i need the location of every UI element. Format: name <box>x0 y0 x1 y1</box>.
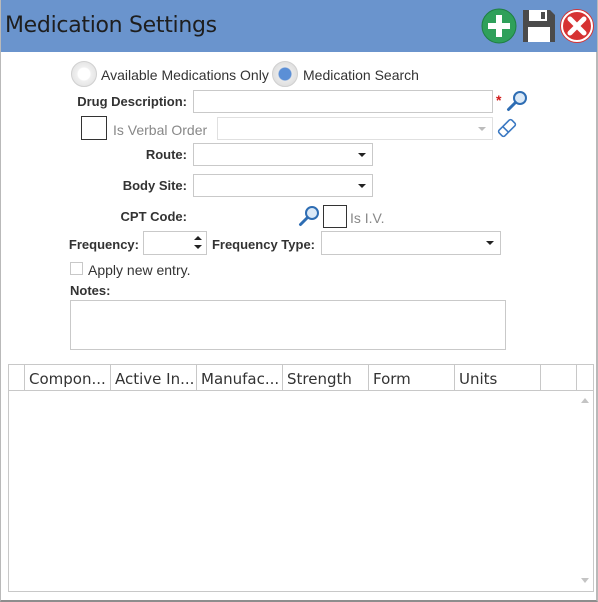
required-marker: * <box>496 92 502 108</box>
chevron-down-icon <box>358 153 366 157</box>
chevron-down-icon <box>478 127 486 131</box>
drug-description-label: Drug Description: <box>77 94 187 109</box>
window-title: Medication Settings <box>5 13 217 38</box>
column-header[interactable]: Strength <box>283 365 369 391</box>
chevron-down-icon <box>486 241 494 245</box>
floppy-disk-icon <box>523 10 555 42</box>
route-label: Route: <box>145 147 187 162</box>
verbal-order-checkbox[interactable] <box>81 116 107 140</box>
apply-new-entry-label: Apply new entry. <box>88 262 191 278</box>
drug-description-field[interactable] <box>193 90 493 113</box>
column-header[interactable]: Form <box>369 365 455 391</box>
frequency-label: Frequency: <box>68 237 139 252</box>
decrement-icon[interactable] <box>194 245 202 249</box>
column-header[interactable]: Units <box>455 365 541 391</box>
close-circle-icon <box>560 9 594 43</box>
title-bar: Medication Settings <box>1 0 597 52</box>
frequency-type-label: Frequency Type: <box>211 237 315 252</box>
body-site-dropdown[interactable] <box>193 174 373 197</box>
notes-textarea[interactable] <box>70 300 506 350</box>
increment-icon[interactable] <box>194 236 202 240</box>
filler-column-header <box>541 365 577 391</box>
plus-circle-icon <box>481 8 517 44</box>
drug-description-input[interactable] <box>194 91 492 112</box>
scroll-up-icon[interactable] <box>581 398 589 403</box>
column-header[interactable]: Compon... <box>25 365 111 391</box>
save-button[interactable] <box>521 8 557 44</box>
grid-vertical-scrollbar[interactable] <box>577 391 593 591</box>
add-button[interactable] <box>481 8 517 44</box>
frequency-stepper[interactable] <box>143 231 207 255</box>
body-site-label: Body Site: <box>122 178 187 193</box>
medication-settings-window: Medication Settings Available Medication… <box>0 0 598 602</box>
cpt-code-label: CPT Code: <box>120 209 187 224</box>
clear-button[interactable] <box>496 117 518 139</box>
row-selector-header <box>9 365 25 391</box>
column-header[interactable]: Manufac... <box>197 365 283 391</box>
eraser-icon <box>497 118 517 138</box>
route-dropdown[interactable] <box>193 143 373 166</box>
is-iv-checkbox[interactable] <box>323 205 347 228</box>
verbal-order-label: Is Verbal Order <box>113 122 208 138</box>
is-iv-label: Is I.V. <box>350 210 385 226</box>
drug-search-button[interactable] <box>506 90 528 112</box>
scroll-down-icon[interactable] <box>581 578 589 583</box>
magnifier-icon <box>299 206 319 226</box>
available-medications-label: Available Medications Only <box>101 67 269 83</box>
frequency-input[interactable] <box>144 232 192 254</box>
notes-label: Notes: <box>70 283 111 298</box>
grid-header: Compon... Active In... Manufac... Streng… <box>9 365 593 391</box>
medication-search-label: Medication Search <box>303 67 419 83</box>
available-medications-radio[interactable] <box>71 61 97 87</box>
cpt-search-button[interactable] <box>298 205 320 227</box>
close-button[interactable] <box>559 8 595 44</box>
verbal-order-dropdown[interactable] <box>217 117 493 140</box>
components-grid: Compon... Active In... Manufac... Streng… <box>8 364 594 592</box>
column-header[interactable]: Active In... <box>111 365 197 391</box>
magnifier-icon <box>507 91 527 111</box>
frequency-type-dropdown[interactable] <box>321 231 501 255</box>
medication-search-radio[interactable] <box>272 61 298 87</box>
apply-new-entry-checkbox[interactable] <box>70 262 83 275</box>
chevron-down-icon <box>358 184 366 188</box>
